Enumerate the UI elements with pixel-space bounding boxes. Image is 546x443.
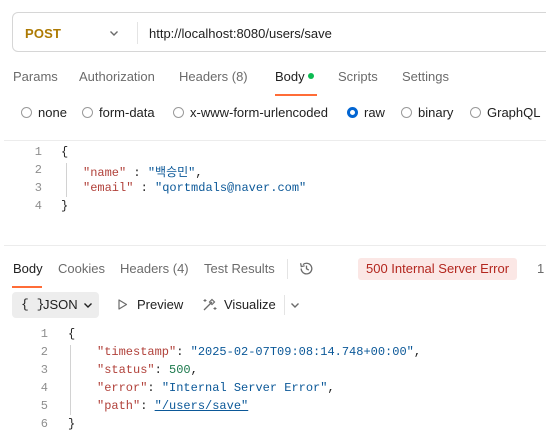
json-comma: , (413, 345, 422, 359)
json-link[interactable]: "/users/save" (155, 399, 249, 413)
indent-guide (70, 345, 71, 415)
radio-urlencoded[interactable] (173, 107, 184, 118)
code-line-name: "name" : "백승민", (83, 163, 203, 180)
code-line-path: "path": "/users/save" (97, 399, 248, 413)
json-colon: : (133, 181, 156, 195)
radio-raw-label: raw (364, 105, 385, 120)
status-badge: 500 Internal Server Error (358, 258, 518, 280)
response-tab-divider (287, 259, 288, 279)
line-number: 2 (40, 345, 48, 359)
indent-guide (66, 163, 67, 197)
code-line-timestamp: "timestamp": "2025-02-07T09:08:14.748+00… (97, 345, 421, 359)
line-number: 4 (40, 381, 48, 395)
json-key: "path" (97, 399, 141, 413)
json-colon: : (154, 363, 170, 377)
toolbar-divider (284, 295, 285, 315)
response-tab-body[interactable]: Body (13, 261, 43, 276)
json-string: "백승민" (147, 166, 196, 180)
json-colon: : (126, 166, 148, 180)
json-string: "2025-02-07T09:08:14.748+00:00" (190, 345, 414, 359)
body-indicator-dot (308, 73, 314, 79)
json-key: "email" (83, 181, 134, 195)
url-input[interactable]: http://localhost:8080/users/save (149, 26, 332, 41)
line-number: 3 (40, 363, 48, 377)
line-number: 1 (34, 145, 42, 159)
url-divider (137, 22, 138, 44)
radio-binary-label: binary (418, 105, 454, 120)
line-number: 5 (40, 399, 48, 413)
json-key: "timestamp" (97, 345, 177, 359)
json-number: 500 (169, 363, 191, 377)
method-select[interactable]: POST (25, 26, 61, 41)
active-tab-underline (275, 94, 317, 96)
tab-scripts[interactable]: Scripts (338, 69, 378, 84)
play-icon (118, 299, 128, 310)
radio-form-data[interactable] (82, 107, 93, 118)
json-key: "status" (97, 363, 155, 377)
json-comma: , (195, 166, 203, 180)
line-number: 2 (34, 163, 42, 177)
tab-body[interactable]: Body (275, 69, 305, 84)
radio-raw[interactable] (347, 107, 358, 118)
code-line-error: "error": "Internal Server Error", (97, 381, 335, 395)
radio-graphql-label: GraphQL (487, 105, 541, 120)
radio-graphql[interactable] (470, 107, 481, 118)
status-extra: 1 (537, 261, 545, 276)
json-colon: : (140, 399, 155, 413)
json-colon: : (176, 345, 191, 359)
tab-authorization[interactable]: Authorization (79, 69, 155, 84)
response-tab-test-results[interactable]: Test Results (204, 261, 275, 276)
format-label: JSON (43, 297, 78, 312)
tab-params[interactable]: Params (13, 69, 58, 84)
radio-none-label: none (38, 105, 67, 120)
preview-button[interactable]: Preview (137, 297, 183, 312)
json-string: "Internal Server Error" (161, 381, 328, 395)
line-number: 3 (34, 181, 42, 195)
url-bar: POST http://localhost:8080/users/save (12, 12, 546, 52)
radio-binary[interactable] (401, 107, 412, 118)
json-string: "qortmdals@naver.com" (155, 181, 307, 195)
line-number: 1 (40, 327, 48, 341)
active-response-tab-underline (12, 286, 42, 288)
history-icon[interactable] (298, 260, 315, 277)
radio-form-data-label: form-data (99, 105, 155, 120)
json-comma: , (327, 381, 335, 395)
response-tab-headers[interactable]: Headers (4) (120, 261, 189, 276)
radio-none[interactable] (21, 107, 32, 118)
json-colon: : (147, 381, 162, 395)
code-brace: } (68, 417, 76, 431)
tab-settings[interactable]: Settings (402, 69, 449, 84)
json-format-icon: { } (21, 297, 45, 312)
chevron-down-icon[interactable] (108, 27, 120, 39)
code-brace: { (68, 327, 76, 341)
line-number: 4 (34, 199, 42, 213)
response-tab-cookies[interactable]: Cookies (58, 261, 105, 276)
json-key: "error" (97, 381, 148, 395)
json-comma: , (190, 363, 198, 377)
line-number: 6 (40, 417, 48, 431)
code-brace: } (61, 199, 69, 213)
visualize-button[interactable]: Visualize (224, 297, 276, 312)
chevron-down-icon[interactable] (289, 299, 301, 311)
radio-urlencoded-label: x-www-form-urlencoded (190, 105, 328, 120)
json-key: "name" (83, 166, 127, 180)
visualize-icon (203, 298, 217, 311)
code-line-status: "status": 500, (97, 363, 198, 377)
tab-headers[interactable]: Headers (8) (179, 69, 248, 84)
chevron-down-icon (84, 303, 92, 308)
code-line-email: "email" : "qortmdals@naver.com" (83, 181, 306, 195)
code-brace: { (61, 145, 69, 159)
